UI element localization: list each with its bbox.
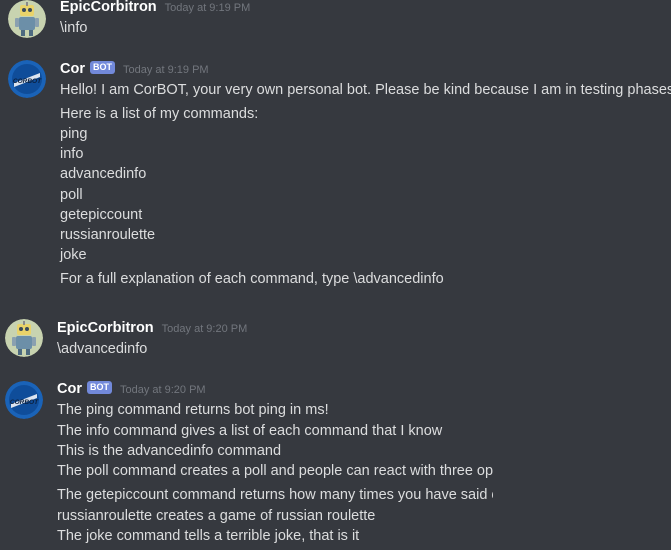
message-text: For a full explanation of each command, … <box>60 271 444 287</box>
message-text: \info <box>60 20 88 36</box>
corbot-logo-icon: CORBOT <box>5 381 43 419</box>
message-text: The getepiccount command returns how man… <box>57 487 493 503</box>
robot-avatar-icon <box>5 319 43 357</box>
message-text: The poll command creates a poll and peop… <box>57 463 493 479</box>
username[interactable]: Cor <box>60 61 85 77</box>
corbot-logo-text: CORBOT <box>13 78 42 85</box>
message-text: advancedinfo <box>60 166 147 182</box>
username[interactable]: Cor <box>57 381 82 397</box>
bot-avatar[interactable]: CORBOT <box>5 381 43 419</box>
message-text: russianroulette <box>60 227 156 243</box>
username[interactable]: EpicCorbitron <box>57 320 154 336</box>
message-text: This is the advancedinfo command <box>57 443 282 459</box>
message-text: The joke command tells a terrible joke, … <box>57 528 360 544</box>
message-text: The info command gives a list of each co… <box>57 423 443 439</box>
user-avatar[interactable] <box>5 319 43 357</box>
message-text: poll <box>60 187 83 203</box>
bot-tag: BOT <box>89 61 115 74</box>
user-avatar[interactable] <box>8 0 46 38</box>
message-text: getepiccount <box>60 207 143 223</box>
corbot-logo-icon: CORBOT <box>8 60 46 98</box>
message-text: russianroulette creates a game of russia… <box>57 508 376 524</box>
message-text: info <box>60 146 84 162</box>
message-text: \advancedinfo <box>57 341 148 357</box>
timestamp: Today at 9:20 PM <box>119 384 206 396</box>
message-text: ping <box>60 126 88 142</box>
bot-tag: BOT <box>86 381 112 394</box>
message-text: joke <box>60 247 87 263</box>
timestamp: Today at 9:20 PM <box>161 323 248 335</box>
message-text: Hello! I am CorBOT, your very own person… <box>60 82 671 98</box>
bot-avatar[interactable]: CORBOT <box>8 60 46 98</box>
username[interactable]: EpicCorbitron <box>60 0 157 15</box>
timestamp: Today at 9:19 PM <box>164 2 251 14</box>
robot-avatar-icon <box>8 0 46 38</box>
message-text: Here is a list of my commands: <box>60 106 259 122</box>
message-text: The ping command returns bot ping in ms! <box>57 402 329 418</box>
corbot-logo-text: CORBOT <box>10 399 39 406</box>
timestamp: Today at 9:19 PM <box>122 64 209 76</box>
